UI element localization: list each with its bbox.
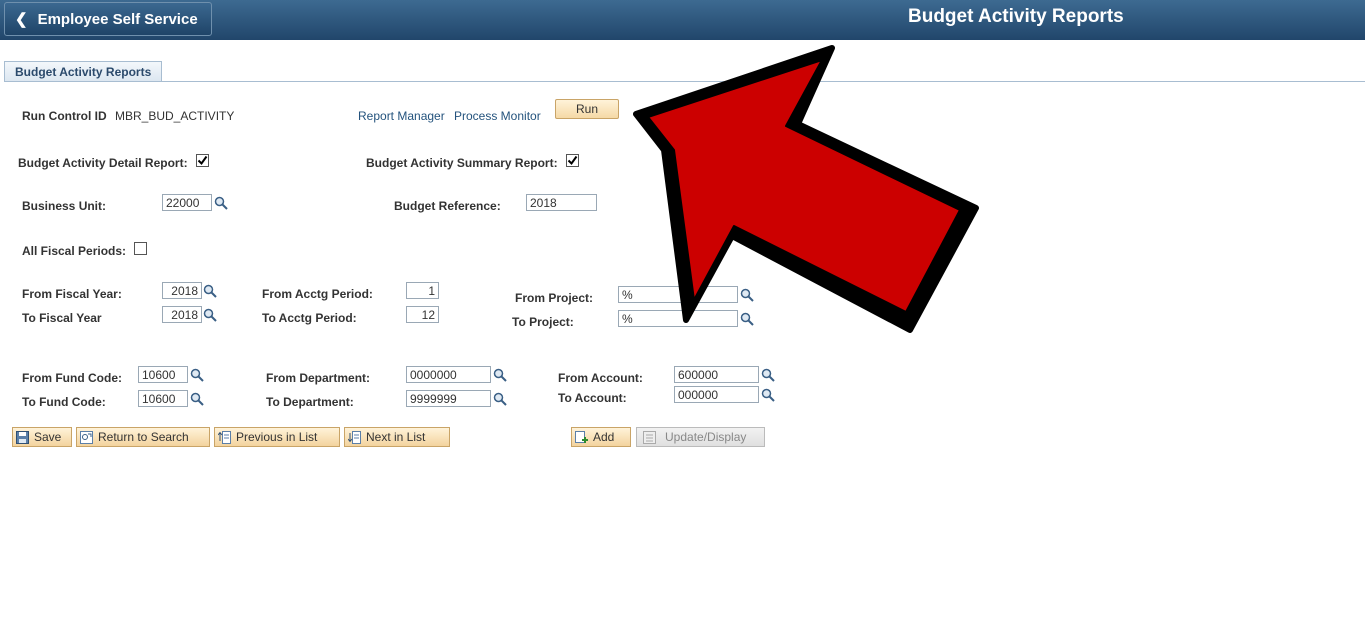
magnifier-icon[interactable] [740,312,754,326]
summary-report-label: Budget Activity Summary Report: [366,156,558,170]
chevron-left-icon: ❮ [15,11,28,28]
to-acctg-period-input[interactable] [406,306,439,323]
save-button[interactable]: Save [12,427,72,447]
magnifier-icon[interactable] [190,392,204,406]
tab-budget-activity-reports[interactable]: Budget Activity Reports [4,61,163,82]
previous-list-icon [218,430,231,444]
from-fund-code-input[interactable] [138,366,188,383]
magnifier-icon[interactable] [493,392,507,406]
to-department-input[interactable] [406,390,491,407]
check-icon [567,155,578,166]
to-fund-code-input[interactable] [138,390,188,407]
to-project-label: To Project: [512,315,574,329]
from-fund-code-label: From Fund Code: [22,371,122,385]
next-in-list-button[interactable]: Next in List [344,427,450,447]
from-project-label: From Project: [515,291,594,305]
to-fiscal-year-input[interactable] [162,306,202,323]
from-department-label: From Department: [266,371,371,385]
back-button-label: Employee Self Service [37,10,198,28]
from-fiscal-year-input[interactable] [162,282,202,299]
save-label: Save [34,430,62,444]
detail-report-label: Budget Activity Detail Report: [18,156,188,170]
to-fiscal-year-label: To Fiscal Year [22,311,102,325]
from-acctg-period-label: From Acctg Period: [262,287,373,301]
from-fiscal-year-label: From Fiscal Year: [22,287,122,301]
add-button[interactable]: Add [571,427,631,447]
magnifier-icon[interactable] [203,284,217,298]
magnifier-icon[interactable] [190,368,204,382]
to-department-label: To Department: [266,395,354,409]
magnifier-icon[interactable] [214,196,228,210]
budget-reference-input[interactable] [526,194,597,211]
detail-report-checkbox[interactable] [196,154,209,167]
next-list-icon [348,430,361,444]
previous-in-list-button[interactable]: Previous in List [214,427,340,447]
business-unit-label: Business Unit: [22,199,107,213]
all-fiscal-periods-label: All Fiscal Periods: [22,244,127,258]
check-icon [197,155,208,166]
update-display-icon [643,430,656,444]
return-to-search-button[interactable]: Return to Search [76,427,210,447]
from-account-input[interactable] [674,366,759,383]
magnifier-icon[interactable] [203,308,217,322]
save-icon [16,430,29,444]
to-account-input[interactable] [674,386,759,403]
budget-reference-label: Budget Reference: [394,199,501,213]
to-project-input[interactable] [618,310,738,327]
magnifier-icon[interactable] [493,368,507,382]
from-project-input[interactable] [618,286,738,303]
return-search-icon [80,430,93,444]
page-title: Budget Activity Reports [908,6,1124,27]
business-unit-input[interactable] [162,194,212,211]
all-fiscal-periods-checkbox[interactable] [134,242,147,255]
from-acctg-period-input[interactable] [406,282,439,299]
from-account-label: From Account: [558,371,643,385]
magnifier-icon[interactable] [761,368,775,382]
summary-report-checkbox[interactable] [566,154,579,167]
run-button[interactable]: Run [555,99,619,119]
update-display-label: Update/Display [665,430,747,444]
process-monitor-link[interactable]: Process Monitor [454,109,541,123]
to-acctg-period-label: To Acctg Period: [262,311,357,325]
run-control-label: Run Control ID [22,109,107,123]
magnifier-icon[interactable] [761,388,775,402]
to-account-label: To Account: [558,391,627,405]
next-in-list-label: Next in List [366,430,426,444]
to-fund-code-label: To Fund Code: [22,395,106,409]
add-label: Add [593,430,615,444]
back-button[interactable]: ❮ Employee Self Service [4,2,212,36]
previous-in-list-label: Previous in List [236,430,318,444]
add-icon [575,430,588,443]
from-department-input[interactable] [406,366,491,383]
magnifier-icon[interactable] [740,288,754,302]
update-display-button[interactable]: Update/Display [636,427,765,447]
run-control-value: MBR_BUD_ACTIVITY [115,109,235,123]
report-manager-link[interactable]: Report Manager [358,109,445,123]
return-to-search-label: Return to Search [98,430,189,444]
tab-divider [4,81,1365,82]
